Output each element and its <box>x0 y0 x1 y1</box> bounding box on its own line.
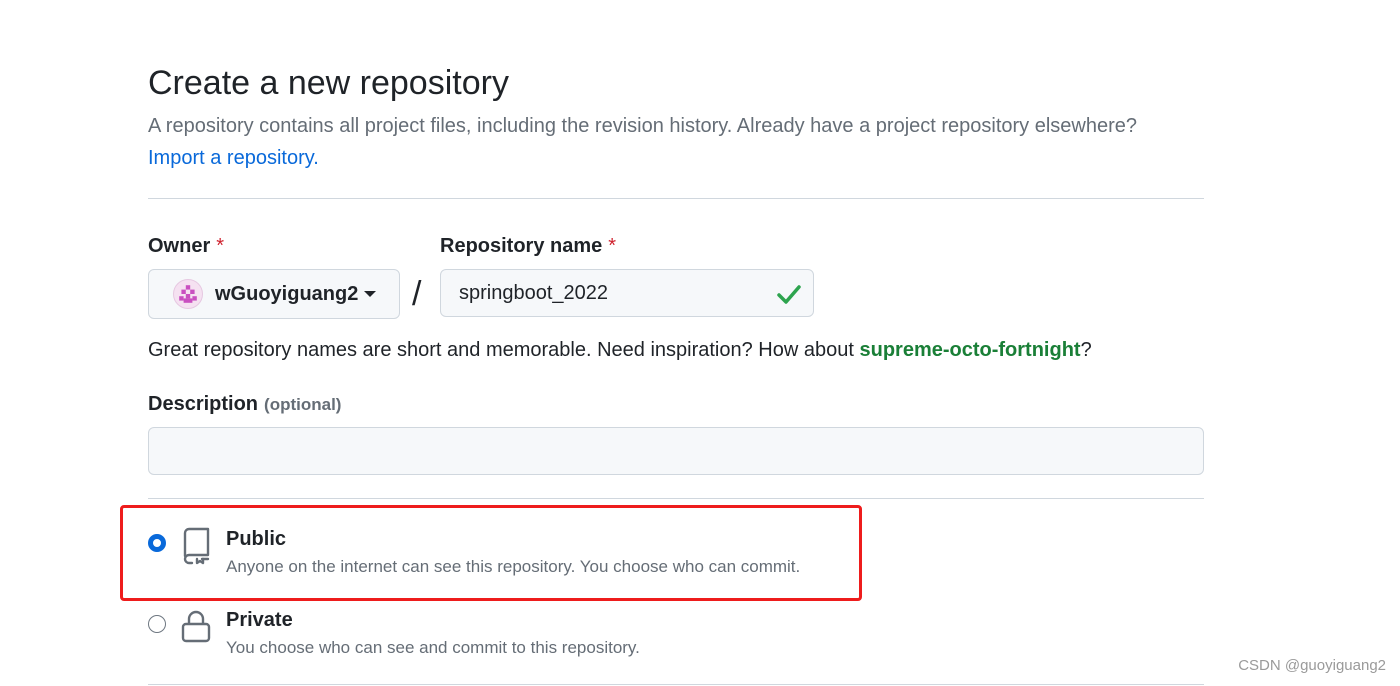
chevron-down-icon <box>364 291 377 297</box>
description-label-text: Description <box>148 393 259 415</box>
lock-icon <box>180 608 212 649</box>
import-repository-link[interactable]: Import a repository. <box>148 142 1228 174</box>
visibility-private-title: Private <box>226 609 293 631</box>
suggested-name-link[interactable]: supreme-octo-fortnight <box>859 339 1080 361</box>
repo-name-label: Repository name * <box>440 233 616 259</box>
description-input[interactable] <box>148 427 1204 475</box>
owner-repo-separator: / <box>412 275 422 313</box>
visibility-radio-private[interactable] <box>148 615 166 633</box>
identicon-icon <box>179 285 197 303</box>
visibility-private-desc: You choose who can see and commit to thi… <box>226 638 640 657</box>
divider <box>148 498 1204 499</box>
check-icon <box>776 282 802 311</box>
description-label: Description (optional) <box>148 391 341 418</box>
page-title: Create a new repository <box>148 64 509 102</box>
avatar <box>173 279 203 309</box>
owner-dropdown-button[interactable]: wGuoyiguang2 <box>148 269 400 319</box>
subtitle-text: A repository contains all project files,… <box>148 115 1138 137</box>
divider <box>148 198 1204 199</box>
hint-text: Great repository names are short and mem… <box>148 339 860 361</box>
watermark: CSDN @guoyiguang2 <box>1238 657 1386 674</box>
highlight-box <box>120 505 862 601</box>
name-suggestion-hint: Great repository names are short and mem… <box>148 337 1092 363</box>
repository-name-input[interactable] <box>440 269 814 317</box>
required-mark: * <box>608 235 617 257</box>
owner-label: Owner * <box>148 233 224 259</box>
page-subtitle: A repository contains all project files,… <box>148 110 1228 174</box>
divider <box>148 684 1204 685</box>
optional-tag: (optional) <box>264 395 342 414</box>
owner-name: wGuoyiguang2 <box>215 282 359 305</box>
required-mark: * <box>216 235 225 257</box>
owner-label-text: Owner <box>148 235 211 257</box>
repo-name-label-text: Repository name <box>440 235 603 257</box>
hint-suffix: ? <box>1080 339 1092 361</box>
